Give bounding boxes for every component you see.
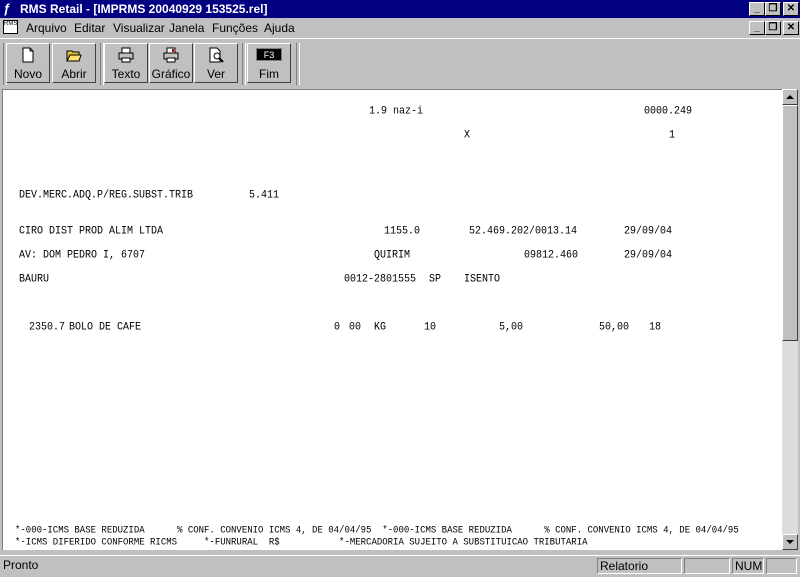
toolbar: Novo Abrir Texto Gráfico Ver F3 Fim [0,38,800,89]
scroll-up-button[interactable] [782,89,798,105]
report-address: AV: DOM PEDRO I, 6707 [19,250,146,263]
abrir-button[interactable]: Abrir [52,43,96,83]
title-bar: ƒ RMS Retail - [IMPRMS 20040929 153525.r… [0,0,800,18]
report-phone: 0012-2801555 [344,274,417,287]
texto-label: Texto [111,67,141,81]
restore-button[interactable]: ❐ [765,2,781,16]
status-num: NUM [732,558,764,574]
report-state: SP [429,274,442,287]
toolbar-separator [242,43,246,85]
status-mode: Relatorio [597,558,682,574]
new-document-icon [22,47,34,63]
abrir-label: Abrir [61,67,87,81]
status-empty-pane [684,558,730,574]
open-folder-icon [66,50,82,62]
menu-ajuda[interactable]: Ajuda [264,21,295,35]
report-footer-line: *-ICMS DIFERIDO CONFORME RICMS *-FUNRURA… [15,537,588,548]
fim-label: Fim [259,67,279,81]
report-operation: DEV.MERC.ADQ.P/REG.SUBST.TRIB [19,190,194,203]
item-unit-price: 5,00 [499,322,524,335]
print-graphic-icon [163,47,179,63]
report-ie: ISENTO [464,274,501,287]
menu-arquivo[interactable]: Arquivo [26,21,67,35]
report-cep: 09812.460 [524,250,579,263]
f3-key-icon: F3 [256,48,282,61]
close-button[interactable]: ✕ [783,2,799,16]
menu-editar[interactable]: Editar [74,21,105,35]
report-city: BAURU [19,274,50,287]
window-title: RMS Retail - [IMPRMS 20040929 153525.rel… [20,2,268,16]
report-company: CIRO DIST PROD ALIM LTDA [19,226,164,239]
doc-restore-button[interactable]: ❐ [765,21,781,35]
report-footer-line: *-000-ICMS BASE REDUZIDA % CONF. CONVENI… [15,525,739,536]
menu-visualizar[interactable]: Visualizar [113,21,165,35]
print-icon [118,47,134,63]
report-district: QUIRIM [374,250,411,263]
item-unit: KG [374,322,387,335]
scroll-down-button[interactable] [782,534,798,550]
report-company-code: 1155.0 [384,226,421,239]
item-description: BOLO DE CAFE [69,322,142,335]
doc-minimize-button[interactable]: _ [749,21,765,35]
report-date: 29/09/04 [624,226,673,239]
report-page-number: 1 [669,130,676,143]
texto-button[interactable]: Texto [104,43,148,83]
preview-icon [209,47,224,63]
status-empty-pane [766,558,797,574]
scroll-thumb[interactable] [782,105,798,341]
app-icon[interactable]: ƒ [3,1,17,16]
toolbar-separator [296,43,300,85]
grafico-button[interactable]: Gráfico [149,43,193,83]
report-header-number: 0000.249 [644,106,693,119]
status-text: Pronto [3,558,39,572]
item-cst2: 00 [349,322,362,335]
report-cnpj: 52.469.202/0013.14 [469,226,578,239]
report-date: 29/09/04 [624,250,673,263]
ver-label: Ver [206,67,225,81]
minimize-button[interactable]: _ [749,2,765,16]
fim-button[interactable]: F3 Fim [247,43,291,83]
document-icon[interactable]: RMS [3,20,18,34]
report-cfop: 5.411 [249,190,280,203]
novo-label: Novo [13,67,42,81]
ver-button[interactable]: Ver [194,43,238,83]
novo-button[interactable]: Novo [6,43,50,83]
vertical-scrollbar[interactable] [782,89,798,550]
grafico-label: Gráfico [151,67,191,81]
menu-funcoes[interactable]: Funções [212,21,258,35]
status-bar: Pronto Relatorio NUM [0,555,800,577]
menu-bar: RMS Arquivo Editar Visualizar Janela Fun… [0,18,800,38]
item-total: 50,00 [599,322,630,335]
arrow-down-icon [786,540,794,544]
report-header-mark: X [464,130,471,143]
item-cst1: 0 [334,322,341,335]
menu-janela[interactable]: Janela [169,21,204,35]
item-icms-rate: 18 [649,322,662,335]
arrow-up-icon [786,95,794,99]
item-code: 2350.7 [29,322,66,335]
report-header-code: 1.9 naz-i [369,106,424,119]
item-qty: 10 [424,322,437,335]
report-view[interactable]: 1.9 naz-i 0000.249 X 1 DEV.MERC.ADQ.P/RE… [2,89,782,550]
doc-close-button[interactable]: ✕ [783,21,799,35]
